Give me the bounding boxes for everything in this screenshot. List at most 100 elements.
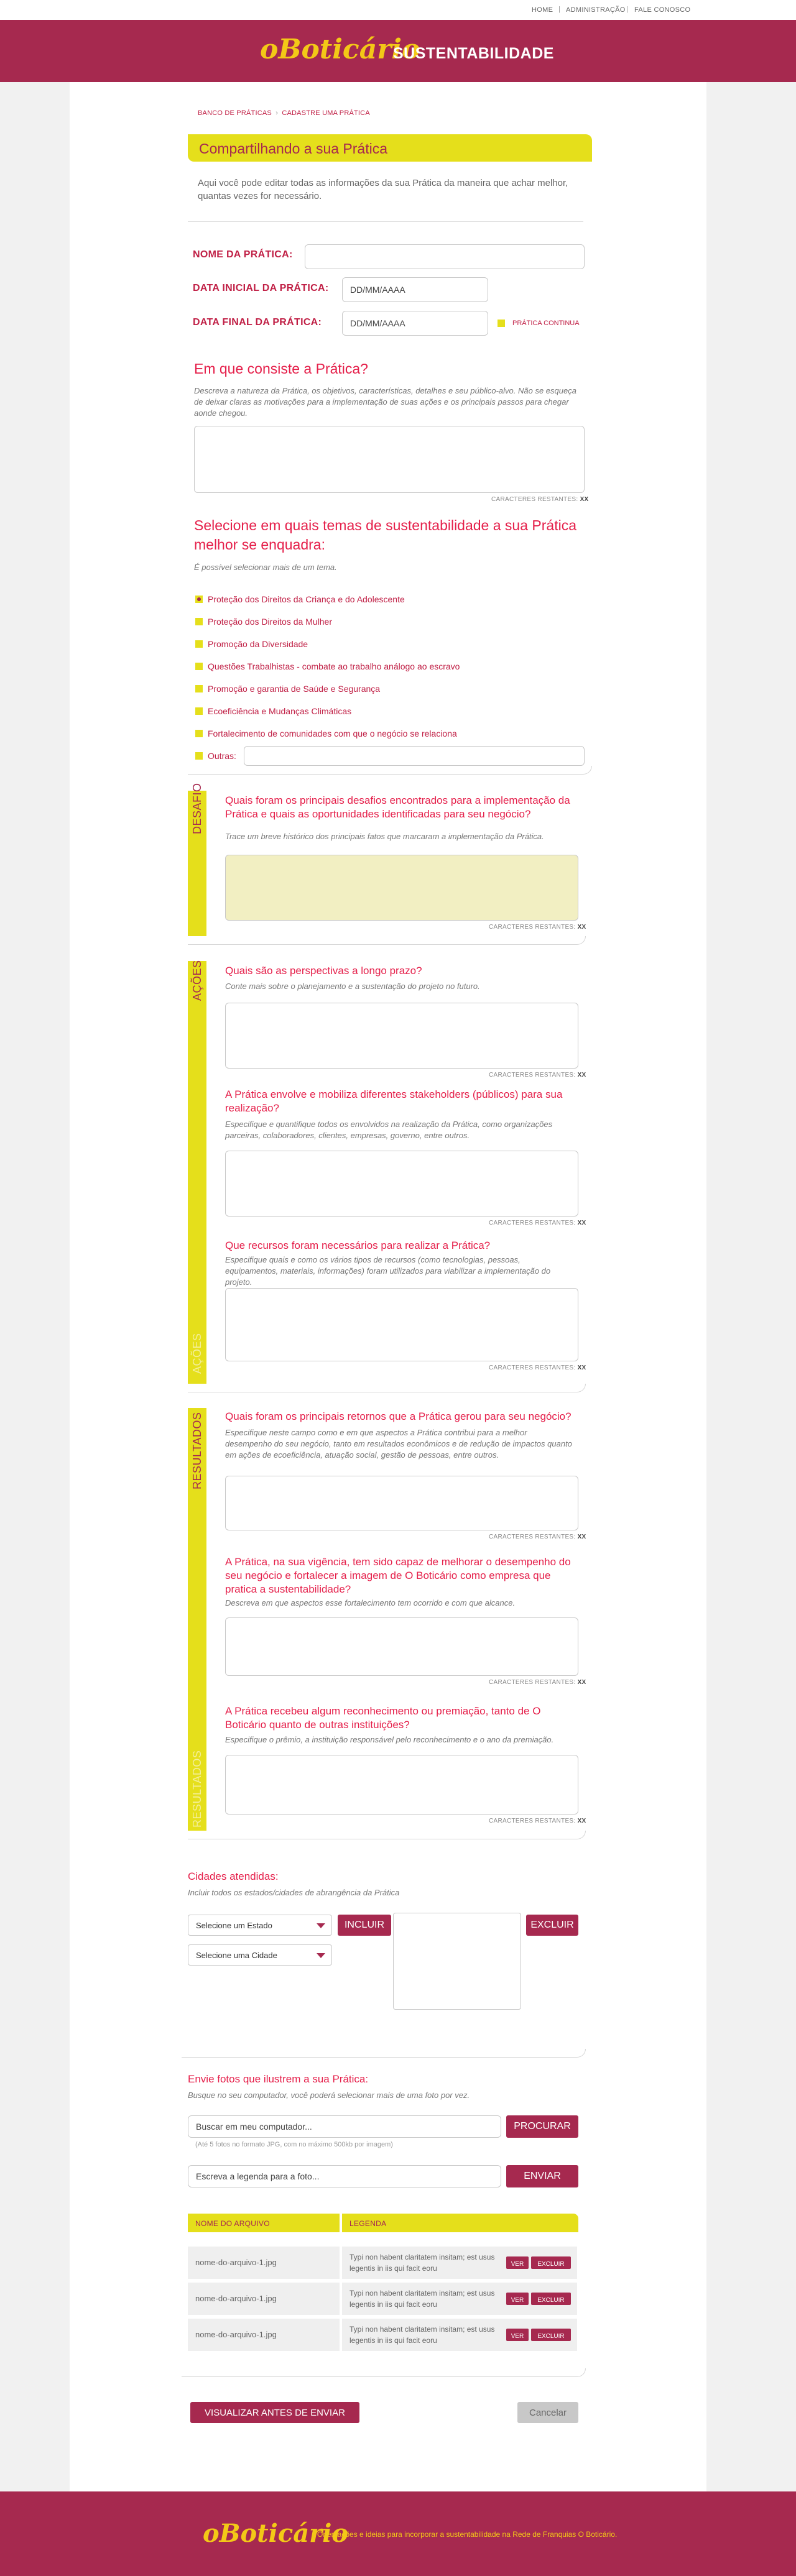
results-textarea-3[interactable] bbox=[225, 1755, 578, 1815]
nav-link-contact[interactable]: FALE CONOSCO bbox=[634, 6, 690, 14]
chevron-down-icon bbox=[317, 1923, 325, 1928]
preview-button[interactable]: VISUALIZAR ANTES DE ENVIAR bbox=[190, 2402, 359, 2423]
cancel-button[interactable]: Cancelar bbox=[517, 2402, 578, 2423]
challenge-description: Trace um breve histórico dos principais … bbox=[225, 832, 544, 841]
table-row: nome-do-arquivo-1.jpg Typi non habent cl… bbox=[188, 2319, 577, 2351]
theme-option: Questões Trabalhistas - combate ao traba… bbox=[208, 661, 460, 671]
themes-heading: Selecione em quais temas de sustentabili… bbox=[194, 517, 576, 553]
browse-button[interactable]: PROCURAR bbox=[506, 2115, 578, 2138]
continuous-practice-label: PRÁTICA CONTINUA bbox=[512, 320, 580, 327]
end-date-label: DATA FINAL DA PRÁTICA: bbox=[193, 317, 322, 328]
section-curve bbox=[188, 936, 586, 945]
start-date-input[interactable] bbox=[342, 277, 488, 302]
char-counter: CARACTERES RESTANTES: XX bbox=[489, 924, 586, 931]
theme-checkbox[interactable] bbox=[195, 730, 203, 737]
caption-column-header: LEGENDA bbox=[342, 2214, 578, 2232]
results-textarea-2[interactable] bbox=[225, 1617, 578, 1676]
theme-option: Fortalecimento de comunidades com que o … bbox=[208, 729, 457, 738]
photos-description: Busque no seu computador, você poderá se… bbox=[188, 2091, 470, 2100]
table-row: nome-do-arquivo-1.jpg Typi non habent cl… bbox=[188, 2283, 577, 2315]
nav-separator: | bbox=[626, 6, 628, 13]
theme-option: Ecoeficiência e Mudanças Climáticas bbox=[208, 706, 352, 716]
view-button[interactable]: VER bbox=[506, 2293, 529, 2305]
continuous-practice-checkbox[interactable] bbox=[497, 320, 505, 327]
results-sidebar-label-bottom: RESULTADOS bbox=[191, 1750, 203, 1828]
delete-button[interactable]: EXCLUIR bbox=[531, 2256, 571, 2269]
cities-heading: Cidades atendidas: bbox=[188, 1870, 279, 1882]
end-date-input[interactable] bbox=[342, 311, 488, 336]
site-footer: oBoticário Orientações e ideias para inc… bbox=[0, 2491, 796, 2576]
practice-name-label: NOME DA PRÁTICA: bbox=[193, 249, 293, 260]
consists-textarea[interactable] bbox=[194, 426, 585, 493]
theme-checkbox[interactable] bbox=[195, 640, 203, 648]
theme-checkbox[interactable] bbox=[195, 663, 203, 670]
breadcrumb-parent[interactable]: BANCO DE PRÁTICAS bbox=[198, 109, 272, 117]
include-button[interactable]: INCLUIR bbox=[338, 1915, 391, 1936]
breadcrumb-current: CADASTRE UMA PRÁTICA bbox=[282, 109, 370, 117]
photos-heading: Envie fotos que ilustrem a sua Prática: bbox=[188, 2073, 369, 2085]
table-row: nome-do-arquivo-1.jpg Typi non habent cl… bbox=[188, 2247, 577, 2279]
cities-description: Incluir todos os estados/cidades de abra… bbox=[188, 1888, 400, 1897]
results-sidebar-label: RESULTADOS bbox=[191, 1412, 203, 1489]
results-textarea-1[interactable] bbox=[225, 1476, 578, 1530]
file-name: nome-do-arquivo-1.jpg bbox=[188, 2319, 340, 2351]
top-navigation: HOME | ADMINISTRAÇÃO | FALE CONOSCO bbox=[0, 0, 796, 20]
char-counter: CARACTERES RESTANTES: XX bbox=[489, 1679, 586, 1686]
file-name: nome-do-arquivo-1.jpg bbox=[188, 2247, 340, 2279]
remove-city-button[interactable]: EXCLUIR bbox=[526, 1915, 578, 1936]
actions-question-2: A Prática envolve e mobiliza diferentes … bbox=[225, 1088, 563, 1114]
breadcrumb-separator: › bbox=[275, 109, 279, 117]
theme-option: Promoção da Diversidade bbox=[208, 639, 308, 649]
results-question-3: A Prática recebeu algum reconhecimento o… bbox=[225, 1705, 541, 1731]
theme-checkbox-other[interactable] bbox=[195, 752, 203, 760]
actions-sidebar-label-bottom: AÇÕES bbox=[191, 1333, 203, 1374]
state-select-value: Selecione um Estado bbox=[196, 1921, 272, 1930]
actions-textarea-1[interactable] bbox=[225, 1003, 578, 1069]
section-curve bbox=[182, 2368, 586, 2377]
view-button[interactable]: VER bbox=[506, 2256, 529, 2269]
footer-tagline: Orientações e ideias para incorporar a s… bbox=[317, 2530, 618, 2539]
breadcrumb: BANCO DE PRÁTICAS › CADASTRE UMA PRÁTICA bbox=[198, 109, 370, 117]
practice-name-input[interactable] bbox=[305, 244, 585, 269]
challenge-textarea[interactable] bbox=[225, 855, 578, 921]
view-button[interactable]: VER bbox=[506, 2329, 529, 2341]
city-select[interactable]: Selecione uma Cidade bbox=[188, 1944, 332, 1966]
themes-description: É possível selecionar mais de um tema. bbox=[194, 563, 337, 572]
nav-link-home[interactable]: HOME bbox=[532, 6, 553, 14]
delete-button[interactable]: EXCLUIR bbox=[531, 2329, 571, 2341]
actions-textarea-3[interactable] bbox=[225, 1288, 578, 1361]
site-header: oBoticário SUSTENTABILIDADE bbox=[0, 20, 796, 82]
selected-cities-list[interactable] bbox=[393, 1913, 521, 2010]
delete-button[interactable]: EXCLUIR bbox=[531, 2293, 571, 2305]
send-button[interactable]: ENVIAR bbox=[506, 2165, 578, 2187]
results-description-2: Descreva em que aspectos esse fortalecim… bbox=[225, 1598, 516, 1608]
page-banner: Compartilhando a sua Prática bbox=[188, 134, 592, 162]
theme-checkbox[interactable] bbox=[195, 707, 203, 715]
file-path-input[interactable] bbox=[188, 2115, 501, 2138]
state-select[interactable]: Selecione um Estado bbox=[188, 1915, 332, 1936]
theme-checkbox[interactable] bbox=[195, 618, 203, 625]
results-question-2: A Prática, na sua vigência, tem sido cap… bbox=[225, 1556, 571, 1595]
theme-checkbox[interactable] bbox=[195, 685, 203, 692]
theme-option: Proteção dos Direitos da Mulher bbox=[208, 617, 332, 627]
city-select-value: Selecione uma Cidade bbox=[196, 1951, 277, 1960]
section-curve bbox=[188, 1831, 586, 1839]
char-counter: CARACTERES RESTANTES: XX bbox=[489, 1364, 586, 1371]
char-counter: CARACTERES RESTANTES: XX bbox=[489, 1220, 586, 1226]
theme-checkbox[interactable] bbox=[195, 596, 203, 603]
actions-description-2: Especifique e quantifique todos os envol… bbox=[225, 1120, 553, 1140]
theme-option: Proteção dos Direitos da Criança e do Ad… bbox=[208, 594, 405, 604]
nav-link-admin[interactable]: ADMINISTRAÇÃO bbox=[566, 6, 626, 14]
actions-question-1: Quais são as perspectivas a longo prazo? bbox=[225, 965, 422, 977]
actions-textarea-2[interactable] bbox=[225, 1151, 578, 1217]
results-question-1: Quais foram os principais retornos que a… bbox=[225, 1410, 572, 1422]
consists-heading: Em que consiste a Prática? bbox=[194, 361, 368, 377]
caption-input[interactable] bbox=[188, 2165, 501, 2187]
section-curve bbox=[182, 2049, 586, 2058]
intro-text: Aqui você pode editar todas as informaçõ… bbox=[198, 178, 568, 201]
char-counter: CARACTERES RESTANTES: XX bbox=[489, 1818, 586, 1824]
other-theme-input[interactable] bbox=[244, 746, 585, 766]
divider bbox=[188, 221, 583, 222]
theme-option-other: Outras: bbox=[208, 751, 236, 761]
results-description-3: Especifique o prêmio, a instituição resp… bbox=[225, 1735, 554, 1744]
